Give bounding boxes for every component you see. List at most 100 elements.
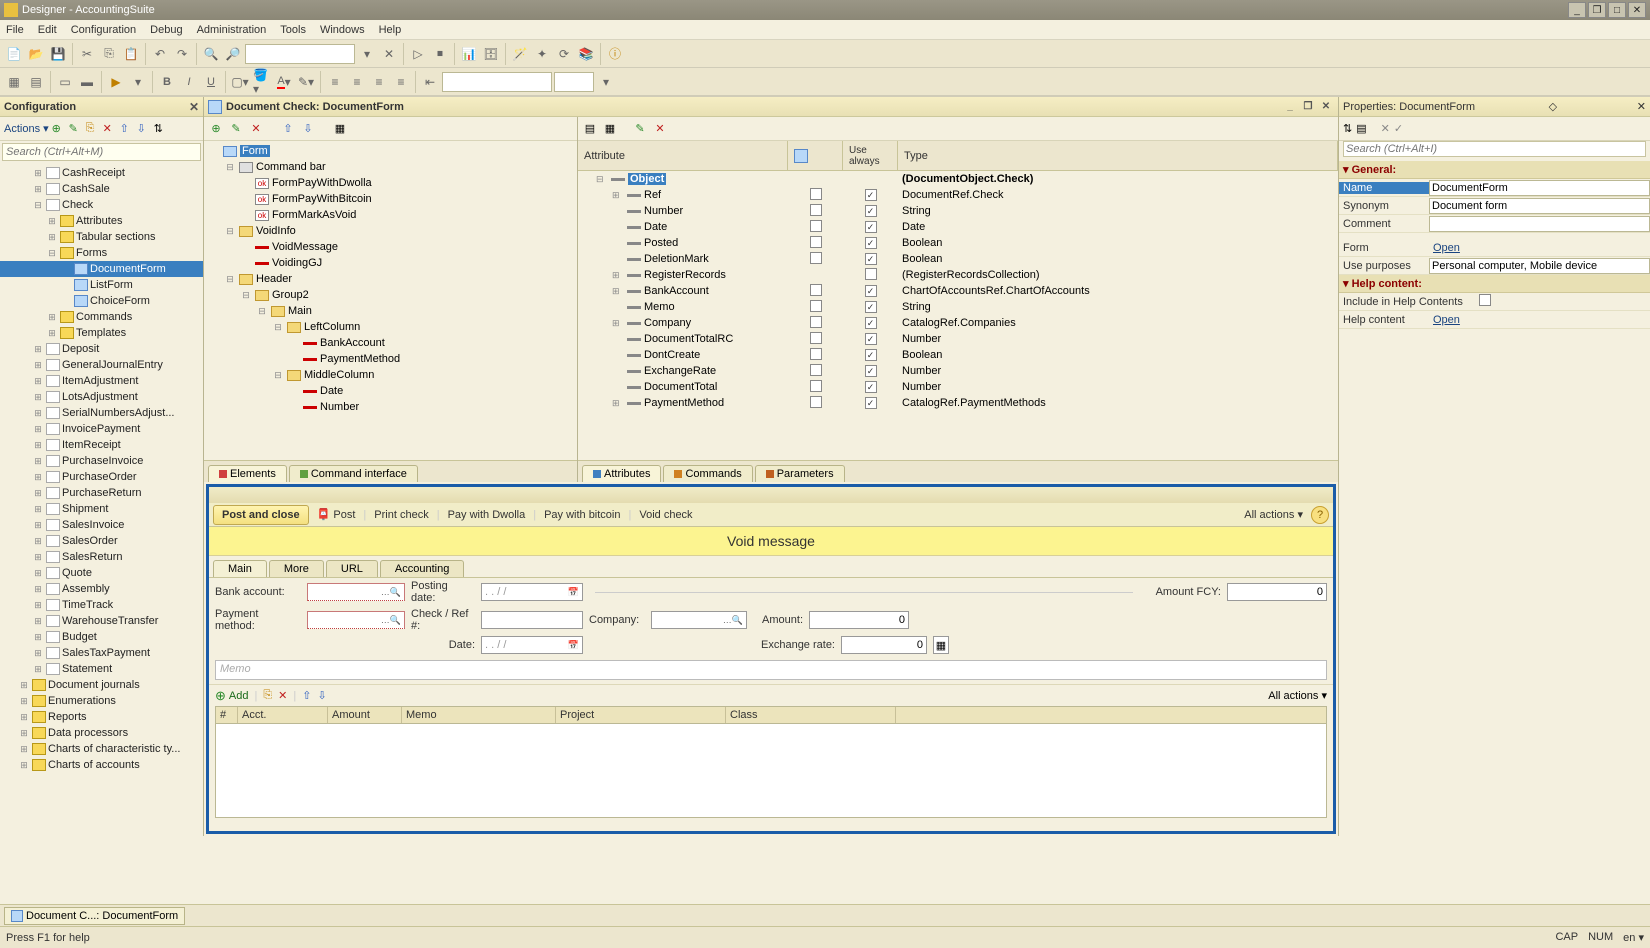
tree-item[interactable]: ⊟Forms	[0, 245, 203, 261]
menu-windows[interactable]: Windows	[320, 24, 365, 36]
tree-item[interactable]: ⊞Assembly	[0, 581, 203, 597]
elements-tree[interactable]: Form⊟Command barokFormPayWithDwollaokFor…	[204, 141, 577, 460]
tree-item[interactable]: ListForm	[0, 277, 203, 293]
underline-icon[interactable]: U	[201, 72, 221, 92]
all-actions-button[interactable]: All actions ▾	[1244, 508, 1303, 521]
props-cat-icon[interactable]: ▤	[1356, 122, 1366, 135]
element-item[interactable]: ⊟LeftColumn	[204, 319, 577, 335]
tree-item[interactable]: ⊞TimeTrack	[0, 597, 203, 613]
element-item[interactable]: ⊟Group2	[204, 287, 577, 303]
tree-item[interactable]: ⊞SalesOrder	[0, 533, 203, 549]
play-dd-icon[interactable]: ▾	[128, 72, 148, 92]
zoom-icon[interactable]: 🔎	[223, 44, 243, 64]
cell2-icon[interactable]: ▬	[77, 72, 97, 92]
void-check-button[interactable]: Void check	[639, 509, 692, 521]
tree-item[interactable]: ⊞Enumerations	[0, 693, 203, 709]
calc-icon[interactable]: 📊	[459, 44, 479, 64]
refresh-icon[interactable]: ⟳	[554, 44, 574, 64]
form-tab-accounting[interactable]: Accounting	[380, 560, 464, 577]
tree-item[interactable]: ChoiceForm	[0, 293, 203, 309]
highlight-icon[interactable]: ✎▾	[296, 72, 316, 92]
sort-icon[interactable]: ⇅	[154, 122, 168, 136]
fill-icon[interactable]: 🪣▾	[252, 72, 272, 92]
props-check-icon[interactable]: ✓	[1394, 122, 1403, 135]
tree-item[interactable]: ⊞Data processors	[0, 725, 203, 741]
tree-item[interactable]: ⊞Budget	[0, 629, 203, 645]
bank-account-input[interactable]: …🔍	[307, 583, 405, 601]
tbl-copy-icon[interactable]: ⎘	[263, 689, 272, 702]
prop-include-help-checkbox[interactable]	[1479, 294, 1491, 306]
table-col-memo[interactable]: Memo	[402, 707, 556, 723]
exchange-rate-input[interactable]: 0	[841, 636, 927, 654]
attribute-row[interactable]: Memo✓String	[578, 299, 1338, 315]
attribute-row[interactable]: DeletionMark✓Boolean	[578, 251, 1338, 267]
tree-item[interactable]: ⊞Document journals	[0, 677, 203, 693]
props-sort-icon[interactable]: ⇅	[1343, 122, 1352, 135]
cut-icon[interactable]: ✂	[77, 44, 97, 64]
posting-date-input[interactable]: . . / /📅	[481, 583, 583, 601]
element-item[interactable]: Date	[204, 383, 577, 399]
size-dd-icon[interactable]: ▾	[596, 72, 616, 92]
date-input[interactable]: . . / /📅	[481, 636, 583, 654]
props-section-help[interactable]: ▾ Help content:	[1339, 275, 1650, 293]
tree-item[interactable]: ⊞CashReceipt	[0, 165, 203, 181]
italic-icon[interactable]: I	[179, 72, 199, 92]
tree-item[interactable]: ⊞Commands	[0, 309, 203, 325]
menu-tools[interactable]: Tools	[280, 24, 306, 36]
restore-button[interactable]: ❐	[1588, 2, 1606, 18]
help-button[interactable]: ?	[1311, 506, 1329, 524]
props-search-input[interactable]	[1343, 141, 1646, 157]
search-combo[interactable]	[245, 44, 355, 64]
save-icon[interactable]: 💾	[48, 44, 68, 64]
element-item[interactable]: okFormMarkAsVoid	[204, 207, 577, 223]
table-col-project[interactable]: Project	[556, 707, 726, 723]
delete-icon[interactable]: ✕	[103, 122, 117, 136]
doc-close-icon[interactable]: ✕	[1318, 100, 1334, 114]
tree-item[interactable]: ⊞SalesTaxPayment	[0, 645, 203, 661]
align-just-icon[interactable]: ≡	[391, 72, 411, 92]
elem-add-icon[interactable]: ⊕	[208, 121, 224, 137]
panel-close-icon[interactable]: ✕	[189, 100, 199, 114]
border-icon[interactable]: ▢▾	[230, 72, 250, 92]
attr-edit-icon[interactable]: ✎	[632, 121, 648, 137]
element-item[interactable]: BankAccount	[204, 335, 577, 351]
elem-up-icon[interactable]: ⇧	[280, 121, 296, 137]
menu-configuration[interactable]: Configuration	[71, 24, 136, 36]
close-button[interactable]: ✕	[1628, 2, 1646, 18]
books-icon[interactable]: 📚	[576, 44, 596, 64]
indent-icon[interactable]: ⇤	[420, 72, 440, 92]
attribute-row[interactable]: ⊞Ref✓DocumentRef.Check	[578, 187, 1338, 203]
element-item[interactable]: VoidMessage	[204, 239, 577, 255]
element-item[interactable]: Form	[204, 143, 577, 159]
table-col-class[interactable]: Class	[726, 707, 896, 723]
up-icon[interactable]: ⇧	[120, 122, 134, 136]
play-icon[interactable]: ▶	[106, 72, 126, 92]
status-lang[interactable]: en ▾	[1623, 931, 1644, 944]
elem-del-icon[interactable]: ✕	[248, 121, 264, 137]
align-right-icon[interactable]: ≡	[369, 72, 389, 92]
menu-edit[interactable]: Edit	[38, 24, 57, 36]
pay-dwolla-button[interactable]: Pay with Dwolla	[448, 509, 526, 521]
find-icon[interactable]: 🔍	[201, 44, 221, 64]
down-icon[interactable]: ⇩	[137, 122, 151, 136]
tree-item[interactable]: ⊞PurchaseInvoice	[0, 453, 203, 469]
element-item[interactable]: okFormPayWithDwolla	[204, 175, 577, 191]
copy-node-icon[interactable]: ⎘	[86, 122, 100, 136]
tbl-down-icon[interactable]: ⇩	[317, 689, 326, 702]
prop-value-input[interactable]	[1429, 216, 1650, 232]
prop-value-input[interactable]	[1429, 180, 1650, 196]
config-tree[interactable]: ⊞CashReceipt⊞CashSale⊟Check⊞Attributes⊞T…	[0, 163, 203, 836]
tab-attributes[interactable]: Attributes	[582, 465, 661, 482]
new-icon[interactable]: 📄	[4, 44, 24, 64]
tree-item[interactable]: ⊞Tabular sections	[0, 229, 203, 245]
attribute-row[interactable]: DontCreate✓Boolean	[578, 347, 1338, 363]
doc-restore-icon[interactable]: ❐	[1300, 100, 1316, 114]
tree-item[interactable]: ⊞SerialNumbersAdjust...	[0, 405, 203, 421]
element-item[interactable]: ⊟MiddleColumn	[204, 367, 577, 383]
memo-input[interactable]: Memo	[215, 660, 1327, 680]
db-icon[interactable]: 🗄	[481, 44, 501, 64]
clear-icon[interactable]: ✕	[379, 44, 399, 64]
tree-item[interactable]: ⊞Templates	[0, 325, 203, 341]
align-left-icon[interactable]: ≡	[325, 72, 345, 92]
tree-item[interactable]: ⊞GeneralJournalEntry	[0, 357, 203, 373]
